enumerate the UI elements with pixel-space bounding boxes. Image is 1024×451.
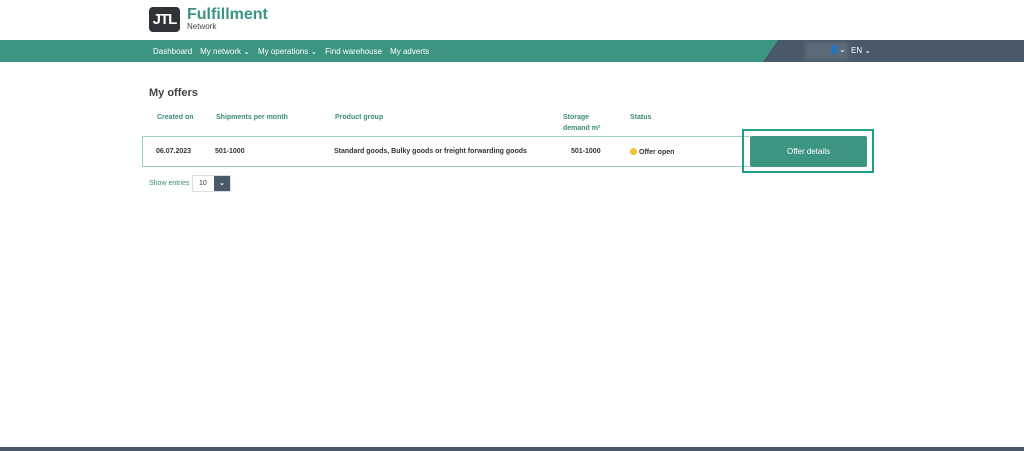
offer-details-button[interactable]: Offer details [750, 136, 867, 167]
status-dot-icon [630, 148, 637, 155]
user-area: 👤⌄ EN ⌄ [763, 40, 1024, 62]
header-product-group: Product group [335, 114, 384, 121]
nav-find-warehouse[interactable]: Find warehouse [325, 47, 382, 56]
entries-value: 10 [199, 180, 207, 187]
header-status: Status [630, 114, 652, 121]
logo-title: Fulfillment [187, 6, 268, 23]
nav-my-network[interactable]: My network ⌄ [200, 47, 250, 56]
cell-created: 06.07.2023 [156, 148, 192, 155]
nav-my-operations[interactable]: My operations ⌄ [258, 47, 317, 56]
logo-subtitle: Network [187, 22, 217, 31]
page-title: My offers [149, 87, 198, 99]
footer-bar [0, 447, 1024, 451]
nav-dashboard[interactable]: Dashboard [153, 47, 192, 56]
show-entries-label: Show entries [149, 180, 190, 187]
entries-select[interactable]: 10 ⌄ [192, 175, 231, 192]
status-text: Offer open [639, 149, 675, 156]
logo[interactable]: JTL Fulfillment Network [149, 7, 268, 32]
cell-product-group: Standard goods, Bulky goods or freight f… [334, 148, 527, 155]
cell-status: Offer open [630, 148, 674, 156]
cell-shipments: 501-1000 [215, 148, 245, 155]
chevron-down-icon[interactable]: ⌄ [214, 176, 230, 191]
header-storage: Storage demand m² [563, 114, 601, 132]
language-select[interactable]: EN ⌄ [851, 46, 871, 55]
nav-my-adverts[interactable]: My adverts [390, 47, 429, 56]
cell-storage: 501-1000 [571, 148, 601, 155]
header-created-on: Created on [157, 114, 194, 121]
top-nav: Dashboard My network ⌄ My operations ⌄ F… [0, 40, 1024, 62]
jtl-logo-mark: JTL [149, 7, 180, 32]
user-menu-icon[interactable]: 👤⌄ [829, 45, 846, 54]
header-shipments: Shipments per month [216, 114, 288, 121]
